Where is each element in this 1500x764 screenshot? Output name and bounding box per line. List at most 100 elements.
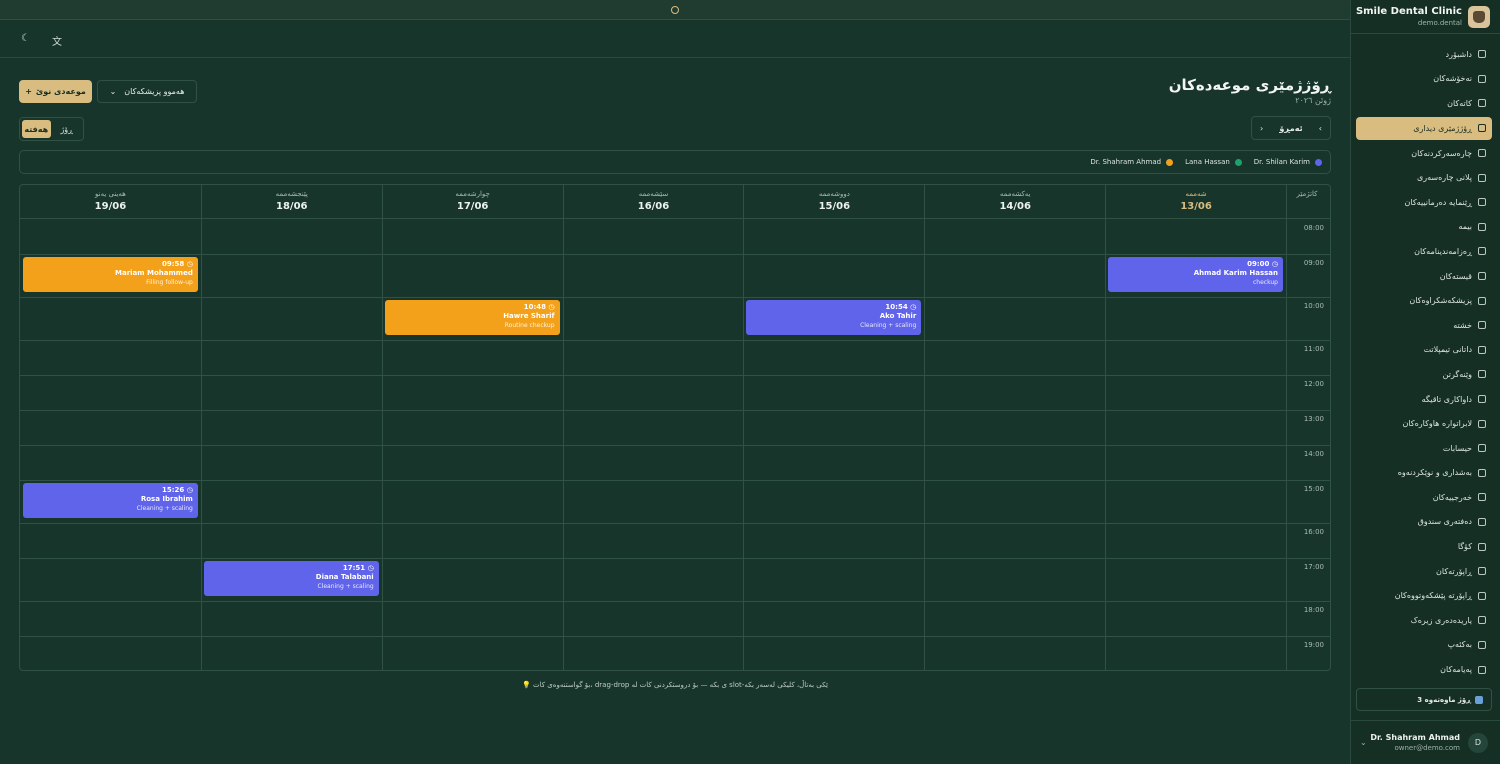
time-slot[interactable] xyxy=(201,601,382,636)
next-week-button[interactable]: › xyxy=(1260,124,1263,133)
time-slot[interactable] xyxy=(20,375,201,410)
nav-insurance[interactable]: بیمە xyxy=(1356,215,1492,240)
view-day-button[interactable]: ڕۆژ xyxy=(53,120,82,138)
time-slot[interactable] xyxy=(563,297,744,340)
time-slot[interactable] xyxy=(743,601,924,636)
time-slot[interactable] xyxy=(201,480,382,523)
time-slot[interactable] xyxy=(1105,523,1286,558)
nav-templates[interactable]: داتانی تیمپلاتت xyxy=(1356,338,1492,363)
time-slot[interactable] xyxy=(201,375,382,410)
nav-visit-calendar[interactable]: ڕۆژژمێری دیداری xyxy=(1356,116,1492,140)
time-slot[interactable] xyxy=(382,445,563,480)
time-slot[interactable] xyxy=(743,480,924,523)
time-slot[interactable] xyxy=(563,558,744,601)
time-slot[interactable] xyxy=(201,636,382,670)
time-slot[interactable] xyxy=(20,410,201,445)
today-button[interactable]: ئەمڕۆ xyxy=(1279,124,1302,133)
time-slot[interactable] xyxy=(924,219,1105,254)
time-slot[interactable] xyxy=(20,219,201,254)
time-slot[interactable] xyxy=(563,480,744,523)
appointment-card[interactable]: 15:26 ◷ Rosa Ibrahim Cleaning + scaling xyxy=(23,483,198,518)
time-slot[interactable] xyxy=(563,375,744,410)
time-slot[interactable] xyxy=(1105,340,1286,375)
nav-treatments[interactable]: چارەسەرکردنەکان xyxy=(1356,141,1492,166)
time-slot[interactable] xyxy=(201,445,382,480)
time-slot[interactable] xyxy=(382,410,563,445)
nav-prescriptions[interactable]: ڕێنمایە دەرمانییەکان xyxy=(1356,190,1492,215)
time-slot[interactable] xyxy=(743,219,924,254)
time-slot[interactable] xyxy=(201,523,382,558)
time-slot[interactable] xyxy=(201,410,382,445)
time-slot[interactable] xyxy=(743,558,924,601)
time-slot[interactable] xyxy=(924,297,1105,340)
time-slot[interactable] xyxy=(924,601,1105,636)
doctor-filter-select[interactable]: ⌄ هەموو پزیشکەکان xyxy=(97,80,197,103)
nav-messages[interactable]: پەیامەکان xyxy=(1356,657,1492,682)
moon-icon[interactable]: ☾ xyxy=(21,33,30,44)
nav-expenses[interactable]: خەرجییەکان xyxy=(1356,485,1492,510)
nav-patients[interactable]: نەخۆشەکان xyxy=(1356,67,1492,92)
nav-treatment-plan[interactable]: پلانی چارەسەری xyxy=(1356,165,1492,190)
time-slot[interactable] xyxy=(924,375,1105,410)
time-slot[interactable] xyxy=(20,636,201,670)
time-slot[interactable] xyxy=(1105,297,1286,340)
nav-advanced-reports[interactable]: ڕاپۆرتە پێشکەوتووەکان xyxy=(1356,583,1492,608)
time-slot[interactable] xyxy=(743,340,924,375)
new-appointment-button[interactable]: + موعەدی نوێ xyxy=(19,80,92,103)
time-slot[interactable] xyxy=(201,297,382,340)
time-slot[interactable] xyxy=(1105,558,1286,601)
time-slot[interactable] xyxy=(924,558,1105,601)
view-week-button[interactable]: هەفتە xyxy=(22,120,51,138)
time-slot[interactable] xyxy=(20,340,201,375)
prev-week-button[interactable]: ‹ xyxy=(1319,124,1322,133)
time-slot[interactable] xyxy=(563,445,744,480)
time-slot[interactable] xyxy=(563,340,744,375)
time-slot[interactable] xyxy=(743,410,924,445)
time-slot[interactable] xyxy=(1105,219,1286,254)
nav-dashboard[interactable]: داشبۆرد xyxy=(1356,42,1492,67)
nav-installments[interactable]: قیستەکان xyxy=(1356,264,1492,289)
nav-partner-labs[interactable]: لابراتوارە هاوکارەکان xyxy=(1356,411,1492,436)
nav-lab-orders[interactable]: داواکاری تاقیگە xyxy=(1356,387,1492,412)
user-menu[interactable]: ⌄ Dr. Shahram Ahmad owner@demo.com D xyxy=(1350,720,1500,764)
nav-cashbook[interactable]: دەفتەری سندوق xyxy=(1356,510,1492,535)
nav-accounts[interactable]: حیسابات xyxy=(1356,436,1492,461)
time-slot[interactable] xyxy=(563,219,744,254)
time-slot[interactable] xyxy=(563,523,744,558)
time-slot[interactable] xyxy=(201,254,382,297)
trial-badge[interactable]: 3 ڕۆژ ماوەتەوە xyxy=(1356,688,1492,711)
time-slot[interactable] xyxy=(563,254,744,297)
time-slot[interactable] xyxy=(382,219,563,254)
time-slot[interactable] xyxy=(563,636,744,670)
time-slot[interactable] xyxy=(20,297,201,340)
appointment-card[interactable]: 10:54 ◷ Ako Tahir Cleaning + scaling xyxy=(746,300,922,335)
time-slot[interactable] xyxy=(382,601,563,636)
time-slot[interactable] xyxy=(924,523,1105,558)
translate-icon[interactable]: 文 xyxy=(52,33,62,48)
nav-ai-assistant[interactable]: یاریدەدەری زیرەک xyxy=(1356,608,1492,633)
time-slot[interactable] xyxy=(382,523,563,558)
time-slot[interactable] xyxy=(1105,375,1286,410)
nav-reports[interactable]: ڕاپۆرتەکان xyxy=(1356,559,1492,584)
time-slot[interactable] xyxy=(743,523,924,558)
time-slot[interactable] xyxy=(924,340,1105,375)
nav-referrals[interactable]: پزیشکەشکراوەکان xyxy=(1356,288,1492,313)
time-slot[interactable] xyxy=(1105,445,1286,480)
time-slot[interactable] xyxy=(743,375,924,410)
time-slot[interactable] xyxy=(382,480,563,523)
time-slot[interactable] xyxy=(382,375,563,410)
time-slot[interactable] xyxy=(563,410,744,445)
appointment-card[interactable]: 09:58 ◷ Mariam Mohammed Filling follow-up xyxy=(23,257,198,292)
nav-schedule[interactable]: خشتە xyxy=(1356,313,1492,338)
nav-imaging[interactable]: وێنەگرتن xyxy=(1356,362,1492,387)
nav-inventory[interactable]: کۆگا xyxy=(1356,534,1492,559)
time-slot[interactable] xyxy=(563,601,744,636)
appointment-card[interactable]: 10:48 ◷ Hawre Sharif Routine checkup xyxy=(384,300,560,335)
nav-subscriptions[interactable]: بەشداری و نوێکردنەوە xyxy=(1356,461,1492,486)
appointment-card[interactable]: 09:00 ◷ Ahmad Karim Hassan checkup xyxy=(1108,257,1283,292)
time-slot[interactable] xyxy=(20,558,201,601)
time-slot[interactable] xyxy=(201,340,382,375)
time-slot[interactable] xyxy=(1105,636,1286,670)
time-slot[interactable] xyxy=(382,636,563,670)
time-slot[interactable] xyxy=(924,445,1105,480)
